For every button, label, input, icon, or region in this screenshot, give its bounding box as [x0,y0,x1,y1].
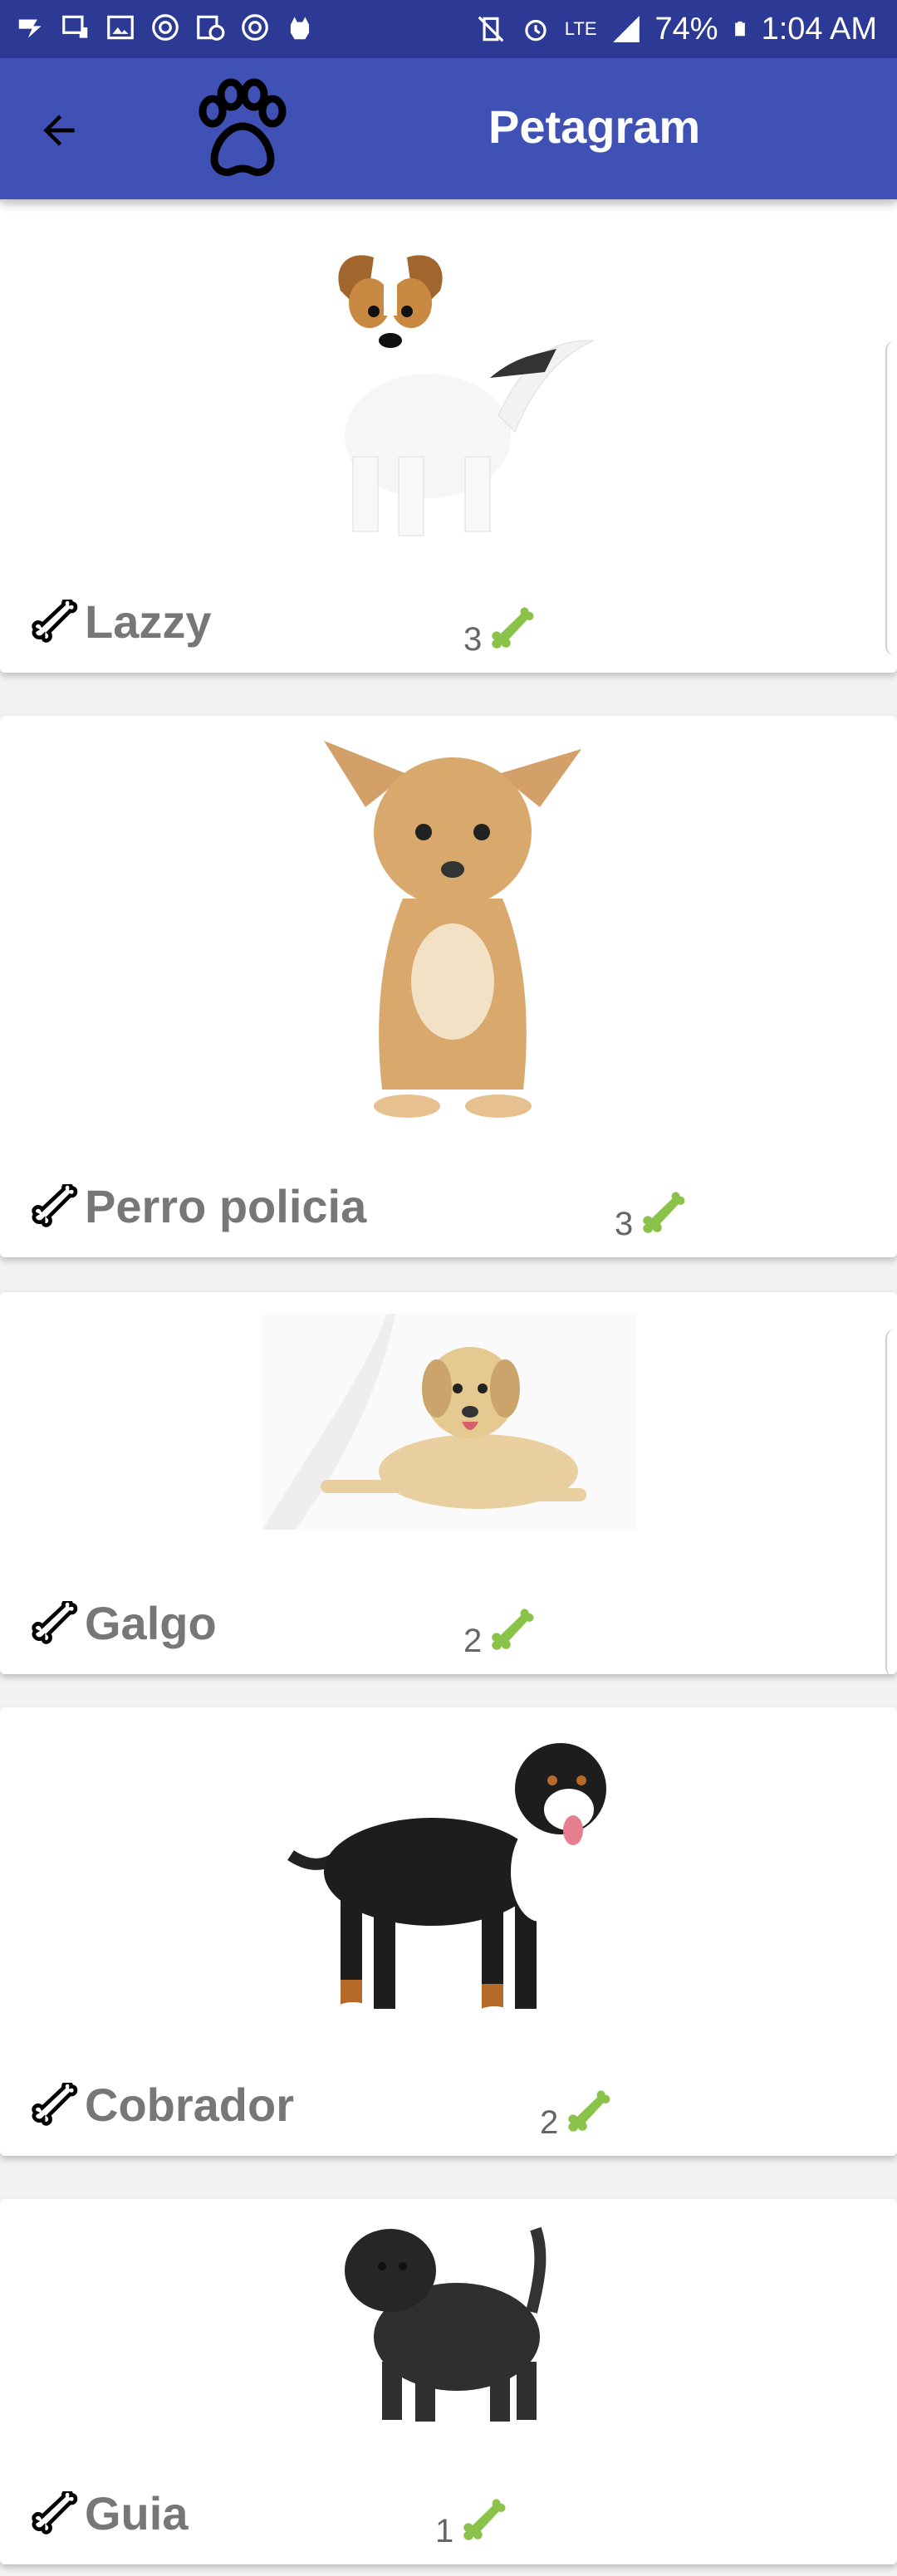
pet-image [324,741,581,1118]
schedule-icon [197,15,225,41]
cast-icon [62,15,88,38]
android-icon [290,17,310,40]
sync-icon [152,14,179,41]
pet-image [336,255,595,536]
pet-image [287,1743,606,2020]
pet-name: Cobrador [85,2079,294,2131]
app-title: Petagram [488,100,701,153]
bone-outline-icon[interactable] [28,1601,80,1653]
card-footer: Galgo 2 [0,1574,897,1674]
pet-name: Lazzy [85,595,212,648]
card-footer: Guia 1 [0,2465,897,2564]
status-left-icons [15,12,316,43]
like-count: 1 [435,2513,454,2549]
bone-icon[interactable] [458,2495,513,2550]
clock: 1:04 AM [761,12,877,47]
status-right-icons: LTE 74% 1:04 AM [475,10,877,48]
back-button[interactable] [30,101,88,159]
pet-name: Guia [85,2487,189,2539]
pet-name: Galgo [85,1597,217,1649]
pet-image [345,2226,547,2422]
like-count: 2 [540,2104,559,2141]
scrollbar-edge [885,1329,897,1677]
rating: 2 [463,1601,542,1660]
bone-icon[interactable] [638,1188,693,1243]
card-footer: Perro policia 3 [0,1158,897,1257]
rating: 2 [540,2083,618,2142]
sync-icon [242,14,268,41]
bone-icon[interactable] [487,1605,542,1660]
status-bar: LTE 74% 1:04 AM [0,0,897,58]
pet-card[interactable]: Lazzy 3 [0,199,897,673]
bone-outline-icon[interactable] [28,2491,80,2543]
rating: 1 [435,2491,513,2550]
pet-name: Perro policia [85,1180,367,1232]
pet-card[interactable]: Cobrador 2 [0,1707,897,2156]
rating: 3 [463,600,542,659]
pet-card[interactable]: Guia 1 [0,2199,897,2564]
pet-image [262,1314,636,1530]
rating: 3 [615,1184,693,1243]
like-count: 3 [615,1206,634,1242]
vibrate-mute-icon [478,16,504,42]
bone-icon[interactable] [487,604,542,659]
image-icon [107,15,134,40]
alarm-icon [525,19,547,42]
battery-icon [734,21,745,37]
battery-level: 74% [654,12,718,47]
like-count: 3 [463,621,483,658]
bone-icon[interactable] [563,2087,618,2142]
arrow-back-icon [43,115,75,146]
pet-card[interactable]: Galgo 2 [0,1292,897,1674]
paw-icon [199,78,287,176]
app-bar: Petagram [0,58,897,199]
pet-card[interactable]: Perro policia 3 [0,716,897,1257]
bone-outline-icon[interactable] [28,1184,80,1236]
signal-icon [612,16,640,42]
card-footer: Cobrador 2 [0,2056,897,2156]
bone-outline-icon[interactable] [28,2083,80,2134]
bone-outline-icon[interactable] [28,600,80,651]
notification-icon [18,19,42,38]
card-footer: Lazzy 3 [0,573,897,673]
like-count: 2 [463,1623,483,1659]
scrollbar-edge [885,340,897,656]
network-type: LTE [564,18,597,39]
